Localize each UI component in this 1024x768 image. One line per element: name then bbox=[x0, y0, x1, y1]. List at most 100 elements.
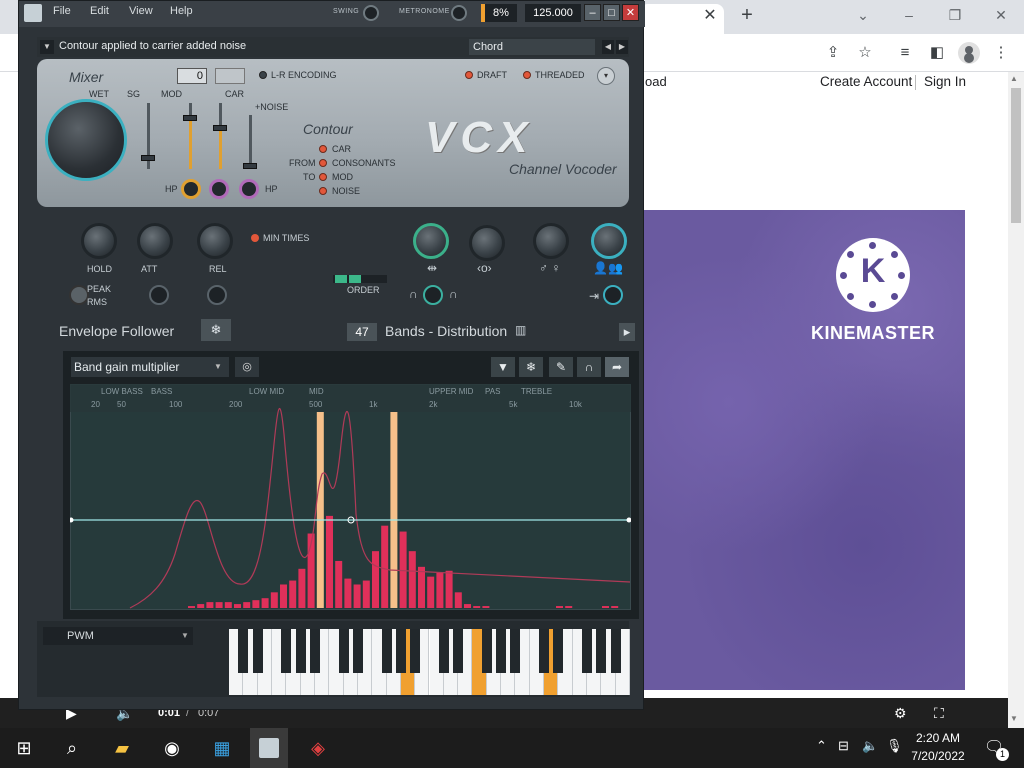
microphone-icon[interactable]: 🎙 bbox=[886, 738, 903, 754]
new-tab-icon[interactable]: + bbox=[736, 4, 758, 26]
contour-mod-led[interactable] bbox=[319, 173, 327, 181]
mixer-aux-field[interactable] bbox=[215, 68, 245, 84]
link-eye-icon[interactable]: ◎ bbox=[235, 357, 259, 377]
menu-help[interactable]: Help bbox=[170, 5, 193, 17]
band-bar-highlight[interactable] bbox=[390, 412, 398, 608]
panel-expand-icon[interactable]: ▸ bbox=[619, 323, 635, 341]
restore-icon[interactable]: ❐ bbox=[943, 4, 967, 26]
clock-date[interactable]: 7/20/2022 bbox=[906, 749, 970, 763]
settings-gear-icon[interactable]: ⚙ bbox=[894, 705, 907, 722]
minimize-icon[interactable]: – bbox=[897, 4, 921, 26]
file-explorer-icon[interactable]: ▰ bbox=[102, 734, 142, 762]
band-gain-chart[interactable] bbox=[70, 384, 631, 610]
piano-black-key[interactable] bbox=[410, 629, 421, 673]
scroll-thumb[interactable] bbox=[1011, 88, 1021, 223]
bars-icon[interactable]: ▥ bbox=[515, 323, 526, 337]
band-bar[interactable] bbox=[408, 551, 416, 608]
search-icon[interactable]: ⌕ bbox=[52, 734, 92, 762]
band-bar[interactable] bbox=[611, 606, 619, 608]
contour-consonants-led[interactable] bbox=[319, 159, 327, 167]
formant-knob[interactable] bbox=[423, 285, 443, 305]
sg-slider-cap[interactable] bbox=[141, 155, 155, 161]
order-indicator[interactable] bbox=[333, 275, 387, 283]
pan-knob[interactable] bbox=[469, 225, 505, 261]
profile-avatar-icon[interactable] bbox=[958, 42, 980, 64]
band-bar[interactable] bbox=[188, 606, 195, 608]
share-icon[interactable]: ⇪ bbox=[822, 42, 844, 64]
band-bar[interactable] bbox=[482, 606, 490, 608]
band-bar[interactable] bbox=[344, 578, 352, 608]
side-panel-icon[interactable]: ◧ bbox=[926, 42, 948, 64]
contour-car-led[interactable] bbox=[319, 145, 327, 153]
band-bar-highlight[interactable] bbox=[316, 412, 324, 608]
draft-led[interactable] bbox=[465, 71, 473, 79]
chrome-icon[interactable]: ◉ bbox=[152, 734, 192, 762]
piano-black-key[interactable] bbox=[281, 629, 292, 673]
mod-slider-cap[interactable] bbox=[183, 115, 197, 121]
clock-time[interactable]: 2:20 AM bbox=[906, 731, 970, 745]
band-bar[interactable] bbox=[454, 592, 462, 608]
close-window-icon[interactable]: ✕ bbox=[989, 4, 1013, 26]
piano-black-key[interactable] bbox=[381, 629, 392, 673]
mod-knob[interactable] bbox=[209, 179, 229, 199]
piano-black-key[interactable] bbox=[338, 629, 349, 673]
fl-maximize-icon[interactable]: □ bbox=[603, 4, 620, 21]
menu-file[interactable]: File bbox=[53, 5, 71, 17]
band-bar[interactable] bbox=[464, 604, 471, 608]
band-bar[interactable] bbox=[335, 560, 343, 608]
shift-knob[interactable] bbox=[603, 285, 623, 305]
create-account-link[interactable]: Create Account bbox=[820, 74, 912, 89]
band-bar[interactable] bbox=[234, 604, 241, 608]
band-bar[interactable] bbox=[436, 572, 444, 608]
stereo-width-knob[interactable] bbox=[413, 223, 449, 259]
preset-prev-icon[interactable]: ◀ bbox=[602, 40, 614, 54]
fl-studio-taskbar-button[interactable] bbox=[250, 728, 288, 768]
fl-close-icon[interactable]: ✕ bbox=[622, 4, 639, 21]
attack-curve-knob[interactable] bbox=[149, 285, 169, 305]
release-curve-knob[interactable] bbox=[207, 285, 227, 305]
voices-knob[interactable] bbox=[591, 223, 627, 259]
band-bar[interactable] bbox=[362, 580, 370, 608]
rel-knob[interactable] bbox=[197, 223, 233, 259]
piano-black-key[interactable] bbox=[238, 629, 249, 673]
piano-black-key[interactable] bbox=[582, 629, 593, 673]
piano-black-key[interactable] bbox=[496, 629, 507, 673]
band-bar[interactable] bbox=[326, 515, 333, 608]
band-bar[interactable] bbox=[298, 568, 306, 608]
piano-black-key[interactable] bbox=[510, 629, 521, 673]
band-bar[interactable] bbox=[215, 602, 223, 608]
magnet-icon[interactable]: ∩ bbox=[577, 357, 601, 377]
gender-knob[interactable] bbox=[533, 223, 569, 259]
piano-black-key[interactable] bbox=[596, 629, 607, 673]
band-bar[interactable] bbox=[252, 600, 260, 608]
band-bar[interactable] bbox=[280, 584, 287, 608]
panel-menu-icon[interactable]: ▾ bbox=[597, 67, 615, 85]
fullscreen-icon[interactable]: ⛶ bbox=[934, 705, 944, 722]
car-slider-cap[interactable] bbox=[213, 125, 227, 131]
piano-black-key[interactable] bbox=[453, 629, 464, 673]
gain-point-right[interactable] bbox=[626, 517, 632, 523]
freeze-snowflake-icon[interactable]: ❄ bbox=[201, 319, 231, 341]
scroll-up-icon[interactable]: ▲ bbox=[1010, 74, 1018, 83]
metronome-knob[interactable] bbox=[451, 5, 467, 21]
band-parameter-select[interactable]: Band gain multiplier bbox=[71, 357, 229, 377]
piano-black-key[interactable] bbox=[252, 629, 263, 673]
band-bar[interactable] bbox=[602, 606, 609, 608]
bands-count-field[interactable]: 47 bbox=[347, 323, 377, 341]
more-menu-icon[interactable]: ⋮ bbox=[990, 42, 1012, 64]
mixer-value-field[interactable]: 0 bbox=[177, 68, 207, 84]
tray-overflow-icon[interactable]: ⌃ bbox=[816, 738, 827, 754]
band-bar[interactable] bbox=[224, 602, 232, 608]
wet-knob[interactable] bbox=[45, 99, 127, 181]
band-bar[interactable] bbox=[565, 606, 573, 608]
preset-next-icon[interactable]: ▶ bbox=[616, 40, 628, 54]
bookmark-star-icon[interactable]: ☆ bbox=[854, 42, 876, 64]
contour-noise-led[interactable] bbox=[319, 187, 327, 195]
piano-black-key[interactable] bbox=[309, 629, 320, 673]
band-bar[interactable] bbox=[556, 606, 563, 608]
hp-knob-left[interactable] bbox=[181, 179, 201, 199]
lr-encoding-led[interactable] bbox=[259, 71, 267, 79]
tempo-display[interactable]: 125.000 bbox=[525, 4, 581, 22]
follow-arrow-icon[interactable]: ➦ bbox=[605, 357, 629, 377]
piano-black-key[interactable] bbox=[610, 629, 621, 673]
